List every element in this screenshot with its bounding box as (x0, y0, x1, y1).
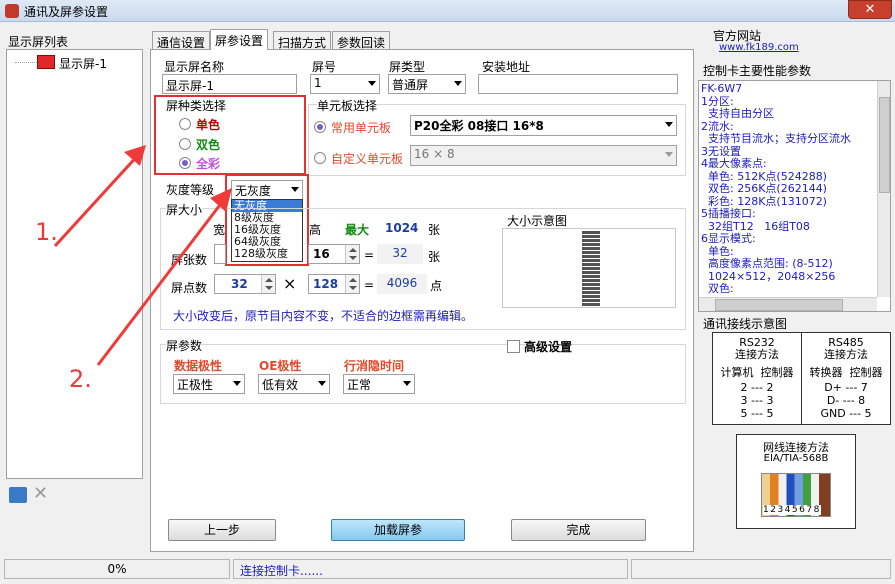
progress-text: 0% (107, 562, 127, 576)
arrow-1-head (124, 145, 146, 166)
status-message: 连接控制卡...... (233, 559, 628, 579)
arrow-2-line (96, 196, 228, 366)
progress-bar: 0% (4, 559, 230, 579)
arrow-1-line (53, 151, 142, 248)
annotation-2: 2. (69, 365, 92, 393)
status-extra (631, 559, 891, 579)
arrow-2-head (210, 188, 232, 212)
annotation-1: 1. (35, 218, 58, 246)
annotation-arrows (53, 145, 232, 366)
tab-screen-params[interactable]: 屏参设置 (210, 29, 269, 50)
